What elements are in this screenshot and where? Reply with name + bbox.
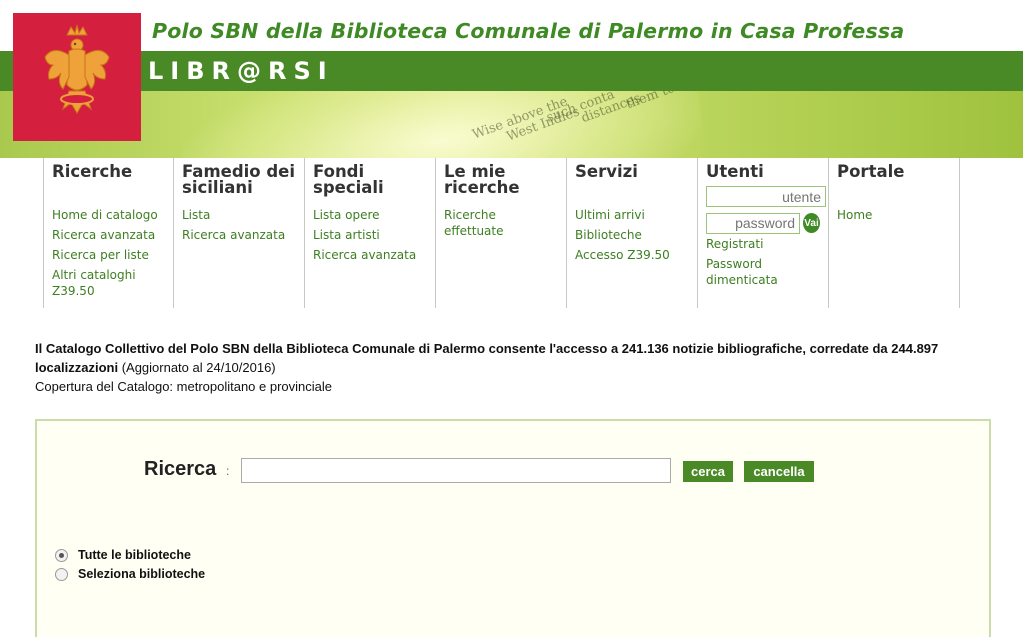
nav-heading-servizi: Servizi — [575, 162, 638, 181]
nav-column-portale: Portale Home — [829, 158, 960, 308]
search-label: Ricerca — [144, 458, 217, 480]
link-accesso-z3950[interactable]: Accesso Z39.50 — [575, 248, 689, 264]
nav-heading-mie-ricerche: Le mie ricerche — [444, 162, 520, 197]
link-ricerche-effettuate[interactable]: Ricerche effettuate — [444, 208, 558, 239]
link-lista-artisti[interactable]: Lista artisti — [313, 228, 427, 244]
option-all-libraries-label: Tutte le biblioteche — [78, 548, 191, 562]
link-password-dimenticata[interactable]: Password dimenticata — [706, 257, 820, 288]
search-input[interactable] — [241, 458, 671, 483]
link-lista-opere[interactable]: Lista opere — [313, 208, 427, 224]
link-fondi-ricerca-avanzata[interactable]: Ricerca avanzata — [313, 248, 427, 264]
brand-name: LIBR@RSI — [148, 57, 334, 85]
eagle-crest-logo[interactable] — [13, 13, 141, 141]
password-field[interactable] — [706, 212, 800, 234]
option-select-libraries-label: Seleziona biblioteche — [78, 567, 206, 581]
link-famedio-ricerca-avanzata[interactable]: Ricerca avanzata — [182, 228, 296, 244]
link-lista[interactable]: Lista — [182, 208, 296, 224]
radio-all-libraries[interactable] — [55, 548, 68, 562]
nav-column-mie-ricerche: Le mie ricerche Ricerche effettuate — [436, 158, 567, 308]
catalog-update-date: (Aggiornato al 24/10/2016) — [118, 360, 276, 375]
nav-heading-ricerche: Ricerche — [52, 162, 133, 181]
link-ultimi-arrivi[interactable]: Ultimi arrivi — [575, 208, 689, 224]
site-title: Polo SBN della Biblioteca Comunale di Pa… — [152, 19, 905, 43]
radio-select-libraries[interactable] — [55, 567, 68, 581]
password-row: Vai — [706, 212, 820, 234]
link-ricerca-avanzata[interactable]: Ricerca avanzata — [52, 228, 165, 244]
eagle-icon — [44, 24, 110, 114]
nav-heading-utenti: Utenti — [706, 162, 764, 181]
nav-column-famedio: Famedio dei siciliani Lista Ricerca avan… — [174, 158, 305, 308]
nav-heading-famedio: Famedio dei siciliani — [182, 162, 296, 197]
book-banner: Wise above the West Indies such conta di… — [0, 91, 1023, 158]
search-colon: : — [226, 464, 230, 478]
clear-button[interactable]: cancella — [744, 461, 814, 482]
site-header: Polo SBN della Biblioteca Comunale di Pa… — [0, 0, 1023, 158]
option-all-libraries[interactable]: Tutte le biblioteche — [55, 548, 191, 562]
nav-column-fondi: Fondi speciali Lista opere Lista artisti… — [305, 158, 436, 308]
login-go-button[interactable]: Vai — [803, 213, 820, 233]
link-ricerca-per-liste[interactable]: Ricerca per liste — [52, 248, 165, 264]
link-home-di-catalogo[interactable]: Home di catalogo — [52, 208, 165, 224]
nav-column-ricerche: Ricerche Home di catalogo Ricerca avanza… — [43, 158, 174, 308]
link-biblioteche[interactable]: Biblioteche — [575, 228, 689, 244]
search-button[interactable]: cerca — [683, 461, 733, 482]
option-select-libraries[interactable]: Seleziona biblioteche — [55, 567, 205, 581]
nav-heading-fondi: Fondi speciali — [313, 162, 384, 197]
link-portale-home[interactable]: Home — [837, 208, 951, 224]
main-nav: Ricerche Home di catalogo Ricerca avanza… — [43, 158, 960, 308]
catalog-coverage: Copertura del Catalogo: metropolitano e … — [35, 379, 333, 394]
username-field[interactable] — [706, 186, 826, 207]
link-altri-cataloghi[interactable]: Altri cataloghi Z39.50 — [52, 268, 165, 299]
catalog-summary: Il Catalogo Collettivo del Polo SBN dell… — [35, 339, 995, 377]
nav-column-servizi: Servizi Ultimi arrivi Biblioteche Access… — [567, 158, 698, 308]
catalog-info: Il Catalogo Collettivo del Polo SBN dell… — [35, 339, 995, 396]
nav-heading-portale: Portale — [837, 162, 905, 181]
search-panel: Ricerca : cerca cancella Tutte le biblio… — [35, 419, 991, 637]
link-registrati[interactable]: Registrati — [706, 237, 820, 253]
nav-column-utenti: Utenti Vai Registrati Password dimentica… — [698, 158, 829, 308]
